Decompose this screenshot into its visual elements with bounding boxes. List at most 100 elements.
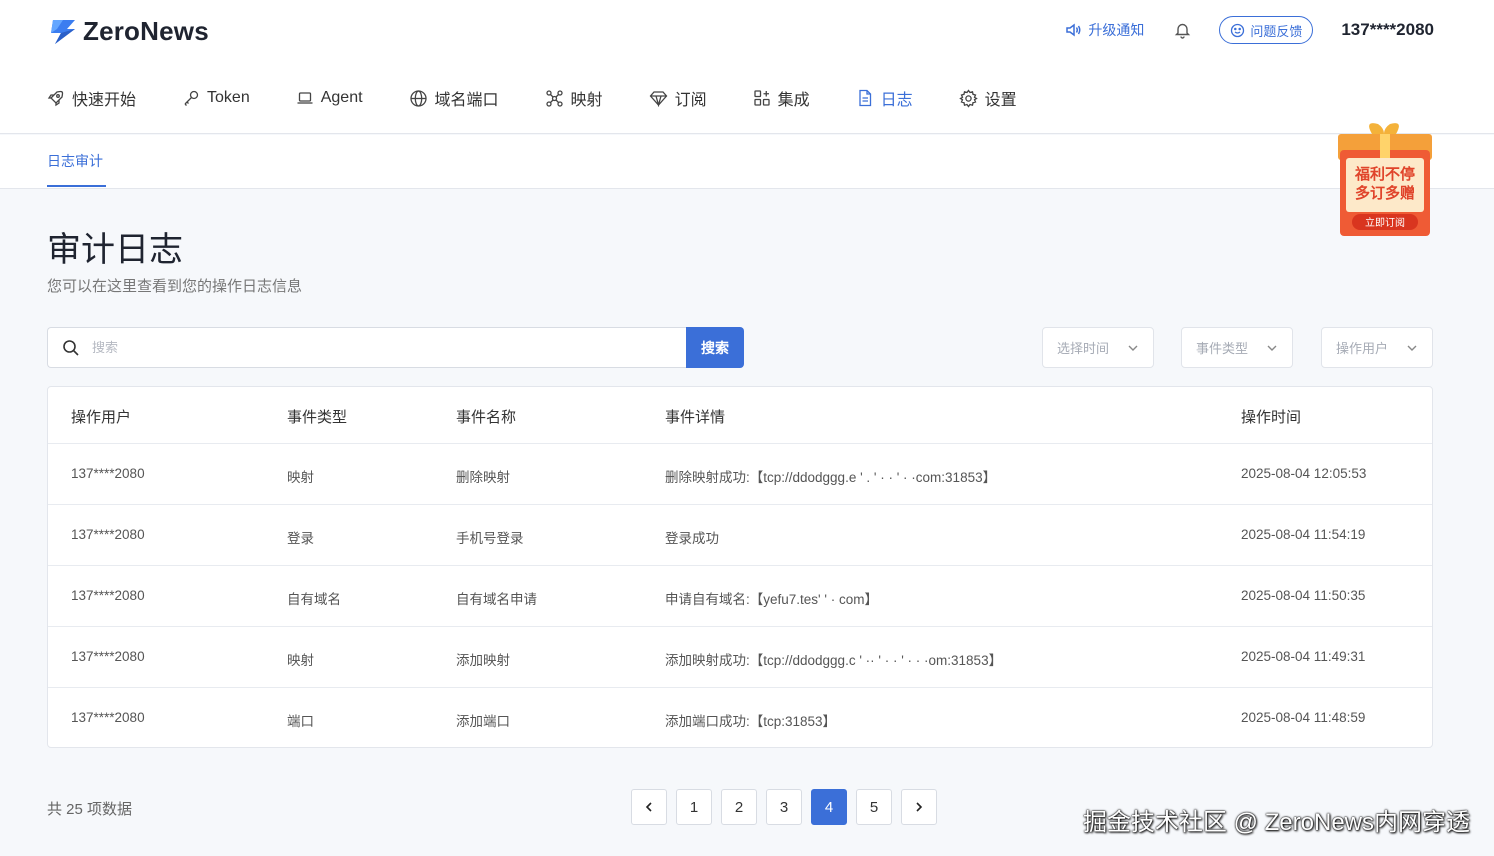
next-page-button[interactable] — [901, 789, 937, 825]
search-button[interactable]: 搜索 — [686, 327, 744, 368]
bell-icon — [1175, 23, 1191, 39]
cell-operation-time: 2025-08-04 11:50:35 — [1241, 588, 1366, 603]
time-filter-select[interactable]: 选择时间 — [1042, 327, 1154, 368]
promo-button: 立即订阅 — [1365, 216, 1405, 229]
network-icon — [545, 89, 563, 107]
cell-operation-time: 2025-08-04 11:54:19 — [1241, 527, 1366, 542]
cell-event-detail: 删除映射成功:【tcp://ddodggg.e ' . ' · · ' · ·c… — [665, 470, 997, 485]
sub-nav: 日志审计 — [0, 135, 1494, 189]
cell-operation-time: 2025-08-04 11:49:31 — [1241, 649, 1366, 664]
cell-event-name: 添加端口 — [456, 714, 510, 729]
nav-label: 快速开始 — [72, 92, 137, 109]
promo-line-1: 福利不停 — [1354, 165, 1415, 183]
cell-event-name: 自有域名申请 — [456, 592, 537, 607]
cell-operation-time: 2025-08-04 12:05:53 — [1241, 466, 1367, 481]
cell-event-detail: 添加映射成功:【tcp://ddodggg.c ' ·· ' · · ' · ·… — [665, 653, 1003, 668]
page-button-1[interactable]: 1 — [676, 789, 712, 825]
column-header-event-name: 事件名称 — [456, 409, 517, 426]
column-header-event-type: 事件类型 — [287, 409, 348, 426]
laptop-icon — [297, 92, 313, 104]
brand-logo[interactable]: ZeroNews — [47, 16, 209, 47]
event-type-filter-label: 事件类型 — [1196, 341, 1249, 356]
user-account[interactable]: 137****2080 — [1341, 20, 1434, 40]
operator-filter-label: 操作用户 — [1336, 341, 1389, 356]
cell-event-name: 手机号登录 — [456, 531, 524, 546]
prev-page-button[interactable] — [631, 789, 667, 825]
cell-event-type: 映射 — [287, 653, 314, 668]
cell-event-name: 添加映射 — [456, 653, 510, 668]
nav-label: Token — [207, 89, 250, 106]
promo-gift-badge[interactable]: 福利不停 多订多赠 立即订阅 — [1334, 120, 1434, 238]
chevron-down-icon — [1128, 345, 1138, 351]
cell-operator: 137****2080 — [71, 466, 145, 481]
chevron-right-icon — [916, 802, 923, 812]
cell-operator: 137****2080 — [71, 710, 145, 725]
column-header-operation-time: 操作时间 — [1241, 409, 1302, 426]
header-actions: 升级通知 问题反馈 137****2080 — [1064, 16, 1434, 44]
brand-name: ZeroNews — [83, 16, 209, 46]
cell-event-detail: 登录成功 — [665, 531, 719, 546]
cell-operator: 137****2080 — [71, 649, 145, 664]
nav-label: 集成 — [777, 92, 810, 109]
table-row: 137****2080 登录 手机号登录 登录成功 2025-08-04 11:… — [48, 505, 1432, 566]
document-icon — [858, 89, 871, 107]
nav-item-mapping[interactable]: 映射 — [545, 86, 603, 110]
table-row: 137****2080 映射 删除映射 删除映射成功:【tcp://ddodgg… — [48, 444, 1432, 505]
rocket-icon — [47, 90, 64, 107]
pagination: 1 2 3 4 5 — [631, 789, 946, 825]
audit-log-table: 操作用户 事件类型 事件名称 事件详情 操作时间 137****2080 映射 … — [47, 386, 1433, 748]
cell-event-detail: 申请自有域名:【yefu7.tes' ' · com】 — [665, 592, 878, 607]
table-row: 137****2080 映射 添加映射 添加映射成功:【tcp://ddodgg… — [48, 627, 1432, 688]
page-button-2[interactable]: 2 — [721, 789, 757, 825]
cell-event-name: 删除映射 — [456, 470, 510, 485]
smile-icon — [1231, 23, 1245, 37]
upgrade-notice-button[interactable]: 升级通知 — [1064, 20, 1144, 40]
operator-filter-select[interactable]: 操作用户 — [1321, 327, 1433, 368]
diamond-icon — [649, 91, 667, 107]
search-input[interactable] — [92, 340, 652, 355]
nav-label: 日志 — [880, 92, 913, 109]
search-icon — [63, 339, 79, 356]
watermark: 掘金技术社区 @ ZeroNews内网穿透 — [1082, 809, 1470, 836]
feedback-button[interactable]: 问题反馈 — [1219, 16, 1314, 44]
time-filter-label: 选择时间 — [1057, 341, 1110, 356]
tab-log-audit[interactable]: 日志审计 — [47, 151, 103, 171]
gear-icon — [958, 88, 978, 108]
nav-item-token[interactable]: Token — [182, 89, 250, 107]
nav-label: 映射 — [570, 92, 603, 109]
nav-item-settings[interactable]: 设置 — [958, 86, 1017, 110]
active-tab-indicator — [47, 185, 106, 187]
chevron-down-icon — [1407, 345, 1417, 351]
page-button-3[interactable]: 3 — [766, 789, 802, 825]
key-icon — [184, 90, 199, 106]
nav-label: 设置 — [984, 92, 1017, 109]
page-subtitle: 您可以在这里查看到您的操作日志信息 — [47, 278, 303, 295]
event-type-filter-select[interactable]: 事件类型 — [1181, 327, 1293, 368]
search-field[interactable] — [47, 327, 687, 368]
nav-label: 域名端口 — [434, 92, 499, 109]
page-button-4[interactable]: 4 — [811, 789, 847, 825]
page-title: 审计日志 — [47, 231, 183, 269]
cell-event-type: 映射 — [287, 470, 314, 485]
nav-item-subscription[interactable]: 订阅 — [649, 86, 707, 110]
nav-label: 订阅 — [674, 92, 707, 109]
zeronews-logo-icon — [47, 18, 79, 46]
speaker-icon — [1066, 23, 1081, 37]
upgrade-notice-label: 升级通知 — [1088, 22, 1145, 38]
nav-item-agent[interactable]: Agent — [296, 89, 363, 107]
nav-item-integration[interactable]: 集成 — [753, 86, 810, 110]
cell-operator: 137****2080 — [71, 527, 145, 542]
cell-operation-time: 2025-08-04 11:48:59 — [1241, 710, 1366, 725]
cell-operator: 137****2080 — [71, 588, 145, 603]
cell-event-type: 端口 — [287, 714, 314, 729]
page-button-5[interactable]: 5 — [856, 789, 892, 825]
column-header-operator: 操作用户 — [71, 409, 132, 426]
main-nav: 快速开始 Token Agent 域名端口 映射 订阅 集成 日志 设置 — [47, 86, 1063, 110]
column-header-event-detail: 事件详情 — [665, 409, 726, 426]
notification-bell-button[interactable] — [1174, 21, 1191, 39]
cell-event-type: 自有域名 — [287, 592, 341, 607]
nav-item-domain-port[interactable]: 域名端口 — [409, 86, 499, 110]
table-header: 操作用户 事件类型 事件名称 事件详情 操作时间 — [48, 387, 1432, 444]
nav-item-logs[interactable]: 日志 — [856, 86, 913, 110]
nav-item-quickstart[interactable]: 快速开始 — [47, 86, 136, 110]
